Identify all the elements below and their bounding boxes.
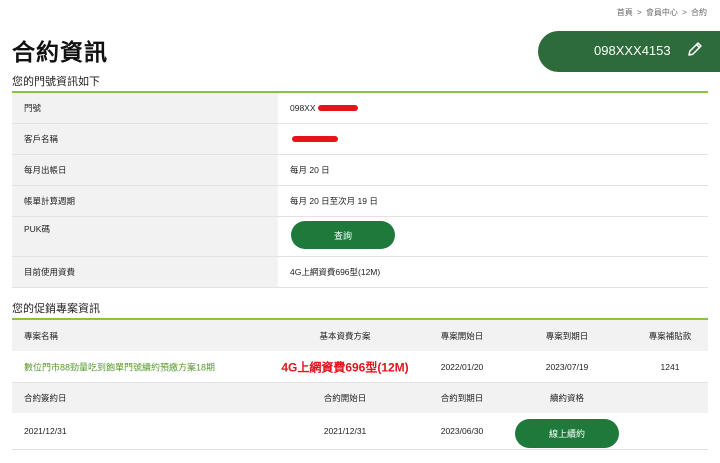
info-row-phone: 門號 098XX [12,93,708,124]
contract-sign-date: 2021/12/31 [24,426,67,436]
breadcrumb-member[interactable]: 會員中心 [646,8,678,17]
col-header: 合約簽約日 [24,393,67,403]
table-row: 數位門市88勁量吃到飽單門號續約預繳方案18期 4G上網資費696型(12M) … [12,351,708,383]
redaction-mark [292,136,338,142]
breadcrumb: 首頁 > 會員中心 > 合約 [616,7,708,18]
contract-start-date: 2021/12/31 [323,426,367,436]
promo-start-date: 2022/01/20 [440,361,484,372]
info-label: 客戶名稱 [12,124,278,154]
info-row-customer-name: 客戶名稱 [12,124,708,155]
col-header: 專案名稱 [24,330,59,341]
info-label: 門號 [12,93,278,123]
breadcrumb-current: 合約 [691,8,707,17]
promo-table-header: 專案名稱 基本資費方案 專案開始日 專案到期日 專案補貼款 [12,320,708,351]
info-value: 098XX [290,103,316,113]
info-label: 目前使用資費 [12,257,278,287]
info-value: 每月 20 日 [290,165,330,175]
section-title-promo-info: 您的促銷專案資訊 [12,303,100,315]
info-value: 每月 20 日至次月 19 日 [290,196,378,206]
col-header: 續約資格 [549,393,585,403]
col-header: 專案補貼款 [648,330,692,341]
info-label: PUK碼 [12,217,278,256]
info-value: 4G上網資費696型(12M) [290,267,381,277]
breadcrumb-separator: > [636,8,642,17]
info-label: 帳單計算週期 [12,186,278,216]
info-row-current-plan: 目前使用資費 4G上網資費696型(12M) [12,257,708,288]
col-header: 專案到期日 [545,330,589,341]
page-title: 合約資訊 [12,39,108,65]
info-row-billing-cycle: 帳單計算週期 每月 20 日至次月 19 日 [12,186,708,217]
pencil-icon[interactable] [686,40,704,58]
promo-name: 數位門市88勁量吃到飽單門號續約預繳方案18期 [24,362,216,372]
promo-end-date: 2023/07/19 [545,361,589,372]
puk-query-button[interactable]: 查詢 [291,221,395,249]
phone-number-banner: 098XXX4153 [538,31,720,72]
col-header: 合約開始日 [323,393,367,403]
redaction-mark [318,105,358,111]
promo-plan: 4G上網資費696型(12M) [281,360,409,374]
info-row-billing-day: 每月出帳日 每月 20 日 [12,155,708,186]
breadcrumb-home[interactable]: 首頁 [617,8,633,17]
section-title-phone-info: 您的門號資訊如下 [12,76,100,88]
info-label: 每月出帳日 [12,155,278,185]
col-header: 基本資費方案 [319,330,371,341]
col-header: 專案開始日 [440,330,484,341]
phone-number: 098XXX4153 [594,43,671,58]
contract-table-header: 合約簽約日 合約開始日 合約到期日 續約資格 [12,383,708,413]
contract-end-date: 2023/06/30 [440,426,484,436]
promo-subsidy: 1241 [660,361,680,372]
col-header: 合約到期日 [440,393,484,403]
breadcrumb-separator: > [682,8,687,17]
online-renewal-button[interactable]: 線上續約 [515,419,619,448]
